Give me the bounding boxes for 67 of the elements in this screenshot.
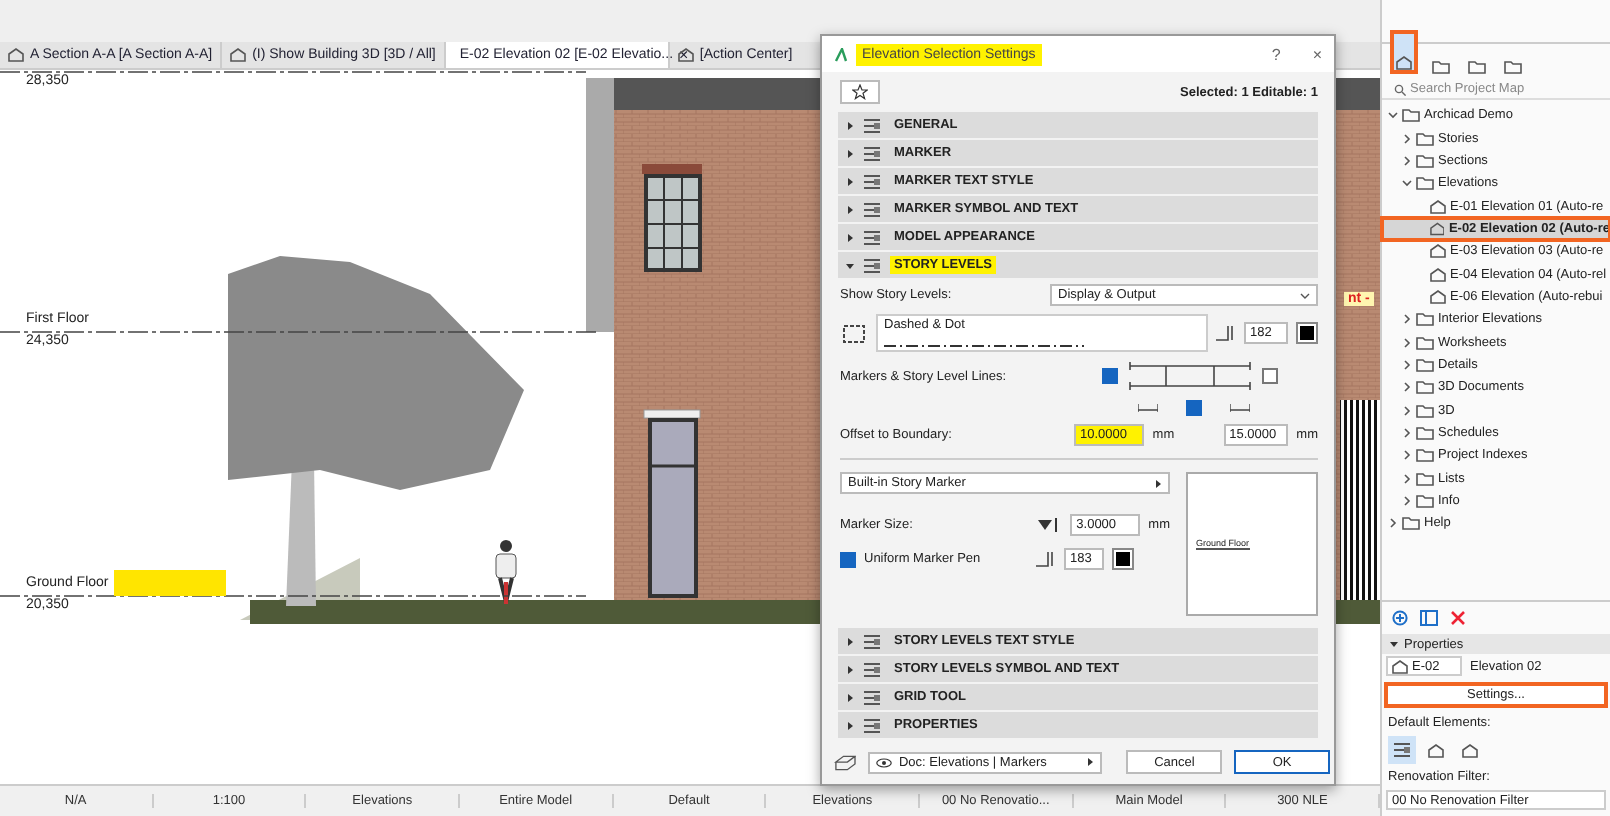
chevron-right-icon[interactable] — [1401, 314, 1411, 325]
collapsed-triangle-icon[interactable] — [1154, 479, 1162, 487]
settings-glyph-icon — [862, 201, 882, 217]
add-icon[interactable] — [1392, 610, 1408, 626]
collapsed-triangle-icon[interactable] — [846, 205, 854, 213]
collapsed-triangle-icon[interactable] — [846, 665, 854, 673]
app-logo-icon — [834, 47, 848, 61]
dash-dot-line-icon — [884, 344, 1084, 348]
help-button[interactable]: ? — [1271, 45, 1281, 63]
house-outline-icon — [1396, 56, 1412, 70]
story-line-drawing — [1126, 362, 1255, 390]
close-button[interactable]: × — [1312, 45, 1322, 63]
checkbox[interactable] — [1186, 400, 1202, 416]
layer-icon — [834, 753, 857, 771]
chevron-down-icon[interactable] — [1401, 178, 1411, 189]
settings-glyph-icon — [1392, 742, 1412, 758]
collapsed-triangle-icon[interactable] — [846, 721, 854, 729]
house-outline-icon — [1392, 659, 1408, 673]
pen-color-swatch[interactable] — [1296, 322, 1318, 344]
star-icon — [852, 84, 868, 100]
chevron-right-icon[interactable] — [1401, 382, 1411, 393]
checkbox[interactable] — [840, 551, 856, 567]
view-button[interactable] — [1390, 30, 1418, 74]
collapsed-triangle-icon[interactable] — [846, 637, 854, 645]
collapsed-triangle-icon[interactable] — [1086, 758, 1095, 766]
collapsed-triangle-icon[interactable] — [846, 233, 854, 241]
chevron-right-icon[interactable] — [1401, 450, 1411, 461]
cyclist — [495, 540, 517, 604]
settings-glyph-icon — [862, 689, 882, 705]
house-outline-icon — [1462, 743, 1478, 757]
chevron-down-icon — [1300, 291, 1310, 299]
pen-icon — [1216, 324, 1236, 342]
collapsed-triangle-icon[interactable] — [846, 149, 854, 157]
collapsed-triangle-icon[interactable] — [846, 121, 854, 129]
expanded-triangle-icon[interactable] — [1390, 640, 1398, 648]
eye-icon — [876, 757, 893, 767]
pen-color-swatch[interactable] — [1112, 548, 1134, 570]
settings-glyph-icon — [862, 633, 882, 649]
favorites-button[interactable] — [840, 80, 880, 104]
chevron-right-icon[interactable] — [1401, 473, 1411, 484]
settings-glyph-icon — [862, 257, 882, 273]
checkbox[interactable] — [1262, 368, 1279, 384]
house-outline-icon — [677, 48, 694, 62]
chevron-down-icon[interactable] — [1387, 110, 1397, 121]
settings-glyph-icon — [862, 229, 882, 245]
settings-glyph-icon — [862, 145, 882, 161]
settings-glyph-icon — [862, 661, 882, 677]
collapsed-triangle-icon[interactable] — [846, 177, 854, 185]
settings-glyph-icon — [862, 173, 882, 189]
line-end-icon — [1138, 404, 1158, 412]
line-end-icon — [1230, 404, 1250, 412]
search-icon — [1394, 83, 1406, 95]
window — [642, 164, 702, 272]
house-outline-icon — [230, 48, 247, 62]
settings-glyph-icon — [862, 717, 882, 733]
house-outline-icon — [1428, 743, 1444, 757]
checkbox[interactable] — [1102, 368, 1119, 384]
element-type-button[interactable] — [1388, 736, 1416, 764]
panel-icon[interactable] — [1420, 610, 1438, 626]
pen-icon — [1036, 550, 1056, 568]
expanded-triangle-icon[interactable] — [846, 261, 854, 269]
settings-glyph-icon — [862, 117, 882, 133]
house-outline-icon — [8, 48, 24, 62]
marker-size-icon — [1038, 518, 1063, 532]
delete-icon[interactable] — [1450, 610, 1466, 626]
line-type-icon — [840, 321, 868, 345]
collapsed-triangle-icon[interactable] — [846, 693, 854, 701]
